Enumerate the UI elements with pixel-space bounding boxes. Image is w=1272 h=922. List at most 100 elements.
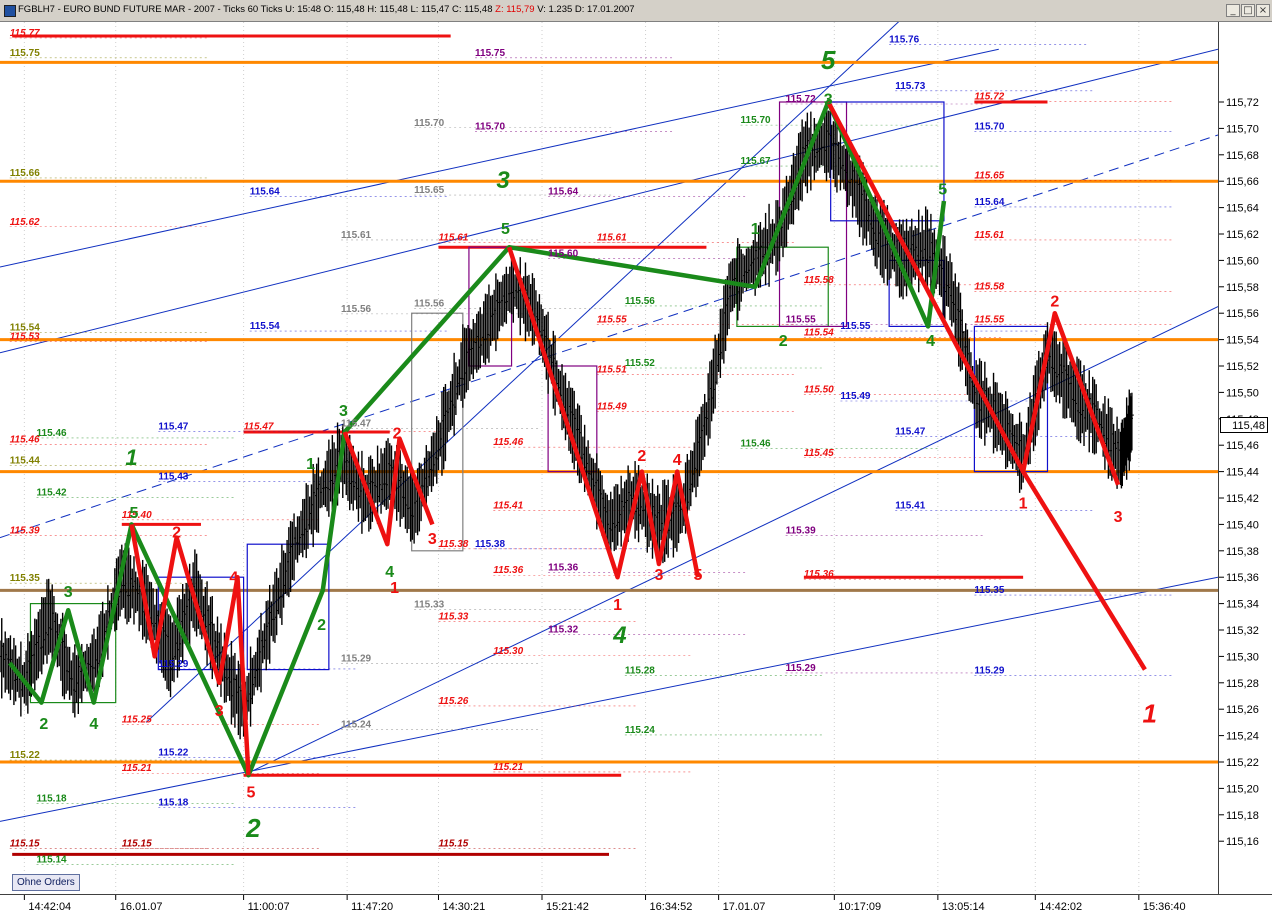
price-label: 115.15 — [10, 838, 40, 849]
time-axis: 14:42:04 16.01.07 11:00:07 11:47:20 14:30:21… — [0, 894, 1272, 916]
price-label: 115.43 — [158, 472, 188, 483]
wave-count-label: 4 — [926, 333, 935, 350]
price-label: 115.39 — [10, 526, 40, 537]
price-label: 115.58 — [974, 281, 1004, 292]
price-label: 115.41 — [895, 501, 925, 512]
price-axis: 115,72 115,70 115,68 115,66 115,64 115,62 115,… — [1218, 22, 1272, 894]
price-label: 115.30 — [493, 646, 523, 657]
price-label: 115.53 — [10, 332, 40, 343]
close-button[interactable]: × — [1256, 4, 1270, 17]
price-label: 115.33 — [438, 611, 468, 622]
wave-count-label: 2 — [393, 426, 402, 443]
price-label: 115.22 — [10, 750, 40, 761]
price-label: 115.46 — [37, 428, 67, 439]
wave-path-0 — [7, 99, 947, 778]
wave-count-label: 5 — [501, 221, 510, 238]
price-label: 115.49 — [840, 391, 870, 402]
wave-count-label: 3 — [215, 703, 224, 720]
y-tick-label: 115,62 — [1226, 229, 1259, 241]
y-tick-label: 115,20 — [1226, 783, 1259, 795]
x-tick-label: 10:17:09 — [838, 901, 881, 913]
minimize-button[interactable]: _ — [1226, 4, 1240, 17]
price-label: 115.56 — [625, 296, 655, 307]
price-label: 115.67 — [741, 156, 771, 167]
y-tick-label: 115,56 — [1226, 308, 1259, 320]
x-tick-label: 13:05:14 — [942, 901, 985, 913]
price-label: 115.54 — [250, 321, 280, 332]
price-chart[interactable]: 115.77 115.75 115.75 115.76 115.73 115.72 115.… — [0, 22, 1218, 894]
price-label: 115.41 — [493, 501, 523, 512]
x-tick-label: 11:00:07 — [248, 901, 290, 913]
price-label: 115.46 — [10, 435, 40, 446]
y-tick-label: 115,68 — [1226, 150, 1259, 162]
y-tick-label: 115,42 — [1226, 493, 1259, 505]
y-tick-label: 115,64 — [1226, 203, 1259, 215]
title-tail: V: 1.235 D: 17.01.2007 — [537, 4, 635, 15]
y-tick-label: 115,72 — [1226, 97, 1259, 109]
price-label: 115.60 — [548, 248, 578, 259]
wave-count-label: 1 — [1143, 698, 1157, 728]
wave-count-label: 5 — [938, 181, 947, 198]
price-label: 115.28 — [625, 666, 655, 677]
wave-count-label: 4 — [89, 716, 98, 733]
wave-count-label: 3 — [824, 92, 833, 109]
wave-count-label: 5 — [821, 45, 836, 75]
y-tick-label: 115,16 — [1226, 836, 1259, 848]
x-tick-label: 14:42:02 — [1039, 901, 1082, 913]
x-tick-label: 11:47:20 — [351, 901, 393, 913]
price-label: 115.73 — [895, 81, 925, 92]
y-tick-label: 115,24 — [1226, 731, 1259, 743]
y-tick-label: 115,26 — [1226, 704, 1259, 716]
time-axis-ticks: 14:42:04 16.01.07 11:00:07 11:47:20 14:30:21… — [23, 895, 1186, 913]
price-label: 115.44 — [10, 456, 40, 467]
price-label: 115.64 — [548, 186, 578, 197]
price-label: 115.38 — [438, 539, 468, 550]
x-tick-label: 14:42:04 — [28, 901, 71, 913]
price-label: 115.50 — [804, 384, 834, 395]
wave-count-label: 3 — [1114, 509, 1123, 526]
price-label: 115.15 — [122, 838, 152, 849]
y-tick-label: 115,50 — [1226, 387, 1259, 399]
price-label: 115.18 — [158, 798, 188, 809]
price-label: 115.55 — [840, 321, 870, 332]
y-tick-label: 115,46 — [1226, 440, 1259, 452]
price-label: 115.66 — [10, 168, 40, 179]
wave-count-label: 2 — [172, 525, 181, 542]
wave-count-label: 3 — [654, 567, 663, 584]
x-tick-label: 16.01.07 — [120, 901, 163, 913]
ohne-orders-button[interactable]: Ohne Orders — [12, 874, 80, 891]
price-label: 115.47 — [158, 421, 188, 432]
price-label: 115.26 — [438, 696, 468, 707]
price-label: 115.61 — [341, 230, 371, 241]
price-label: 115.55 — [974, 314, 1004, 325]
x-tick-label: 15:36:40 — [1143, 901, 1186, 913]
price-axis-ticks: 115,72 115,70 115,68 115,66 115,64 115,62 115,… — [1219, 97, 1259, 848]
wave-count-label: 1 — [125, 445, 137, 470]
price-label: 115.21 — [493, 762, 523, 773]
current-price-marker: 115,48 — [1220, 417, 1268, 433]
y-tick-label: 115,18 — [1226, 810, 1259, 822]
wave-count-label: 1 — [306, 456, 315, 473]
price-label: 115.42 — [37, 487, 67, 498]
price-label: 115.55 — [597, 314, 627, 325]
maximize-button[interactable]: □ — [1241, 4, 1255, 17]
wave-count-label: 1 — [1019, 496, 1028, 513]
price-label: 115.46 — [493, 437, 523, 448]
price-label: 115.29 — [786, 663, 816, 674]
y-tick-label: 115,34 — [1226, 599, 1259, 611]
wave-count-label: 3 — [64, 584, 73, 601]
wave-count-label: 4 — [612, 622, 626, 649]
wave-count-label: 2 — [39, 716, 48, 733]
x-tick-label: 16:34:52 — [650, 901, 693, 913]
wave-path-5 — [1021, 470, 1147, 671]
price-label: 115.70 — [741, 115, 771, 126]
price-label: 115.64 — [974, 197, 1004, 208]
price-label: 115.38 — [475, 539, 505, 550]
wave-count-label: 1 — [613, 597, 622, 614]
y-tick-label: 115,44 — [1226, 467, 1259, 479]
price-label: 115.29 — [974, 666, 1004, 677]
price-label: 115.61 — [974, 230, 1004, 241]
price-label: 115.18 — [37, 794, 67, 805]
price-label: 115.15 — [438, 838, 468, 849]
x-tick-label: 14:30:21 — [442, 901, 485, 913]
